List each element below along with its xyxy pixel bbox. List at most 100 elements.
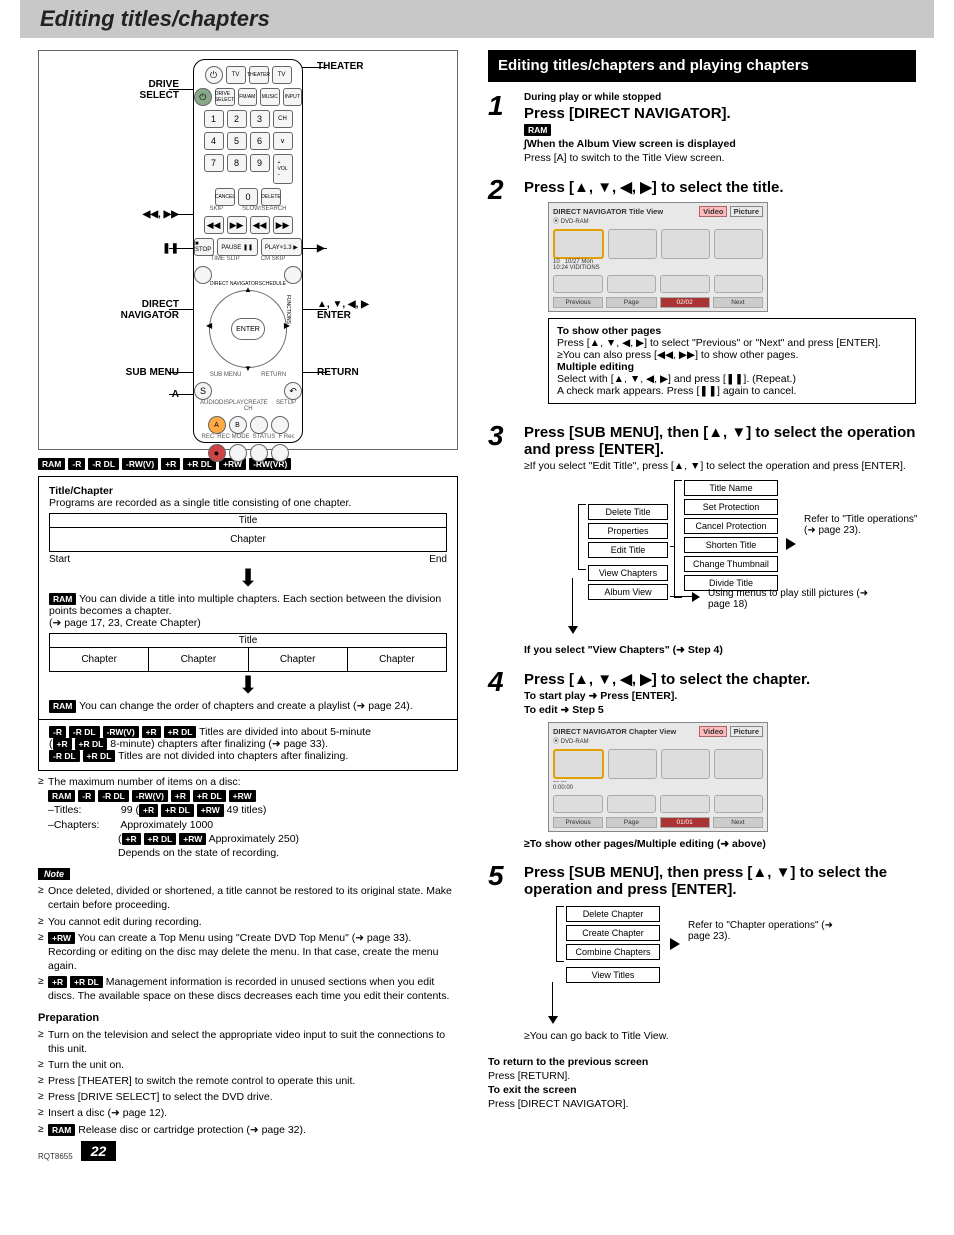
note-mgmt: +R +R DL Management information is recor… bbox=[38, 975, 458, 1003]
tc-ch-b: Chapter bbox=[149, 648, 248, 672]
btn-2: 2 bbox=[227, 110, 247, 128]
badge-r: -R bbox=[68, 458, 85, 470]
note-1: Once deleted, divided or shortened, a ti… bbox=[38, 884, 458, 912]
m-set-prot: Set Protection bbox=[684, 499, 778, 515]
prep-title: Preparation bbox=[38, 1012, 458, 1024]
tc-ch-d: Chapter bbox=[348, 648, 447, 672]
btn-slow-l: ◀◀ bbox=[250, 216, 270, 234]
btn-frec bbox=[271, 444, 289, 462]
btn-rec: ● bbox=[208, 444, 226, 462]
step-3-note: ≥If you select "Edit Title", press [▲, ▼… bbox=[524, 460, 916, 472]
step-4-num: 4 bbox=[488, 668, 514, 852]
step-4-main: Press [▲, ▼, ◀, ▶] to select the chapter… bbox=[524, 670, 916, 688]
page-number: 22 bbox=[81, 1141, 117, 1161]
prep-3: Press [THEATER] to switch the remote con… bbox=[38, 1074, 458, 1088]
btn-theater: THEATER bbox=[249, 66, 269, 84]
step-5-num: 5 bbox=[488, 862, 514, 1044]
step-5: 5 Press [SUB MENU], then press [▲, ▼] to… bbox=[488, 862, 916, 1044]
btn-submenu: S bbox=[194, 382, 212, 400]
tc-intro: Programs are recorded as a single title … bbox=[49, 497, 447, 509]
step-3-num: 3 bbox=[488, 422, 514, 658]
tc-chapter1: Chapter bbox=[49, 528, 447, 552]
ref-title-ops: Refer to "Title operations" (➜ page 23). bbox=[804, 514, 924, 536]
m-del-title: Delete Title bbox=[588, 504, 668, 520]
m-combine: Combine Chapters bbox=[566, 944, 660, 960]
page-title: Editing titles/chapters bbox=[20, 0, 934, 38]
max-intro: The maximum number of items on a disc: R… bbox=[38, 775, 458, 860]
btn-b: B bbox=[229, 416, 247, 434]
menu-diagram-titles: Delete Title Properties Edit Title View … bbox=[548, 480, 916, 640]
ref-still: Using menus to play still pictures (➜ pa… bbox=[708, 588, 878, 610]
btn-cmskip bbox=[284, 266, 302, 284]
btn-skip-r: ▶▶ bbox=[227, 216, 247, 234]
left-column: DRIVESELECT ◀◀, ▶▶ ❚❚ DIRECTNAVIGATOR SU… bbox=[38, 50, 458, 1139]
tc-finalize2: -R DL +R DL Titles are not divided into … bbox=[49, 750, 447, 762]
m-cancel-prot: Cancel Protection bbox=[684, 518, 778, 534]
ret-title: To return to the previous screen bbox=[488, 1056, 916, 1068]
btn-a: A bbox=[208, 416, 226, 434]
doc-code: RQT8655 bbox=[38, 1152, 73, 1161]
btn-1: 1 bbox=[204, 110, 224, 128]
tc-ch-c: Chapter bbox=[249, 648, 348, 672]
step-1-main: Press [DIRECT NAVIGATOR]. bbox=[524, 105, 916, 122]
label-direct-nav: DIRECTNAVIGATOR bbox=[121, 299, 179, 321]
tc-start: Start bbox=[49, 554, 70, 565]
btn-stop: ■ STOP bbox=[194, 238, 214, 256]
step-2-num: 2 bbox=[488, 176, 514, 412]
note-badge: Note bbox=[38, 868, 70, 880]
m-title-name: Title Name bbox=[684, 480, 778, 496]
exit-title: To exit the screen bbox=[488, 1084, 916, 1096]
btn-music: MUSIC bbox=[260, 88, 279, 106]
btn-c bbox=[250, 416, 268, 434]
title-chapter-box: Title/Chapter Programs are recorded as a… bbox=[38, 476, 458, 771]
btn-tv: TV bbox=[226, 66, 246, 84]
note-2: You cannot edit during recording. bbox=[38, 915, 458, 929]
btn-ch: CH bbox=[273, 110, 293, 128]
btn-power: ⏻ bbox=[194, 88, 212, 106]
btn-input: INPUT bbox=[283, 88, 302, 106]
btn-tv-power: ⏻ bbox=[205, 66, 223, 84]
step-2-main: Press [▲, ▼, ◀, ▶] to select the title. bbox=[524, 178, 916, 196]
tc-end: End bbox=[429, 554, 447, 565]
ref-ch-ops: Refer to "Chapter operations" (➜ page 23… bbox=[688, 920, 848, 942]
prep-4: Press [DRIVE SELECT] to select the DVD d… bbox=[38, 1090, 458, 1104]
btn-tv2: TV bbox=[272, 66, 292, 84]
remote-diagram: DRIVESELECT ◀◀, ▶▶ ❚❚ DIRECTNAVIGATOR SU… bbox=[38, 50, 458, 450]
btn-slow-r: ▶▶ bbox=[273, 216, 293, 234]
btn-5: 5 bbox=[227, 132, 247, 150]
m-thumb: Change Thumbnail bbox=[684, 556, 778, 572]
btn-4: 4 bbox=[204, 132, 224, 150]
step-1-album-sub: Press [A] to switch to the Title View sc… bbox=[524, 152, 916, 164]
m-del-ch: Delete Chapter bbox=[566, 906, 660, 922]
btn-6: 6 bbox=[250, 132, 270, 150]
label-drive-select: DRIVESELECT bbox=[140, 79, 179, 101]
tc-divide-ref: (➔ page 17, 23, Create Chapter) bbox=[49, 617, 447, 629]
note-rw: +RW You can create a Top Menu using "Cre… bbox=[38, 931, 458, 974]
m-view-titles: View Titles bbox=[566, 967, 660, 983]
step-4-sub2: To edit ➜ Step 5 bbox=[524, 704, 916, 716]
tc-title2: Title bbox=[49, 633, 447, 648]
prep-1: Turn on the television and select the ap… bbox=[38, 1028, 458, 1056]
down-arrow-icon-2: ⬇ bbox=[49, 674, 447, 698]
tc-ch-a: Chapter bbox=[49, 648, 149, 672]
badge-ram: RAM bbox=[38, 458, 65, 470]
exit-body: Press [DIRECT NAVIGATOR]. bbox=[488, 1098, 916, 1110]
step-4: 4 Press [▲, ▼, ◀, ▶] to select the chapt… bbox=[488, 668, 916, 852]
btn-d bbox=[271, 416, 289, 434]
ret-body: Press [RETURN]. bbox=[488, 1070, 916, 1082]
step-4-after: ≥To show other pages/Multiple editing (➜… bbox=[524, 838, 916, 850]
m-view-ch: View Chapters bbox=[588, 565, 668, 581]
screen-titleview: DIRECT NAVIGATOR Title View Video Pictur… bbox=[548, 202, 768, 312]
step-1-album: ∫When the Album View screen is displayed bbox=[524, 138, 916, 150]
step-3: 3 Press [SUB MENU], then [▲, ▼] to selec… bbox=[488, 422, 916, 658]
tc-finalize1: -R -R DL -RW(V) +R +R DL Titles are divi… bbox=[49, 726, 447, 738]
m-props: Properties bbox=[588, 523, 668, 539]
step-5-main: Press [SUB MENU], then press [▲, ▼] to s… bbox=[524, 864, 916, 898]
step-2: 2 Press [▲, ▼, ◀, ▶] to select the title… bbox=[488, 176, 916, 412]
btn-enter: ENTER bbox=[231, 318, 265, 340]
remote-body: ⏻ TV THEATER TV ⏻ DRIVESELECT FM/AM MUSI… bbox=[193, 59, 303, 443]
prep-2: Turn the unit on. bbox=[38, 1058, 458, 1072]
step-1-num: 1 bbox=[488, 92, 514, 166]
info-other-pages: To show other pages Press [▲, ▼, ◀, ▶] t… bbox=[548, 318, 916, 404]
step-1-pre: During play or while stopped bbox=[524, 92, 916, 103]
